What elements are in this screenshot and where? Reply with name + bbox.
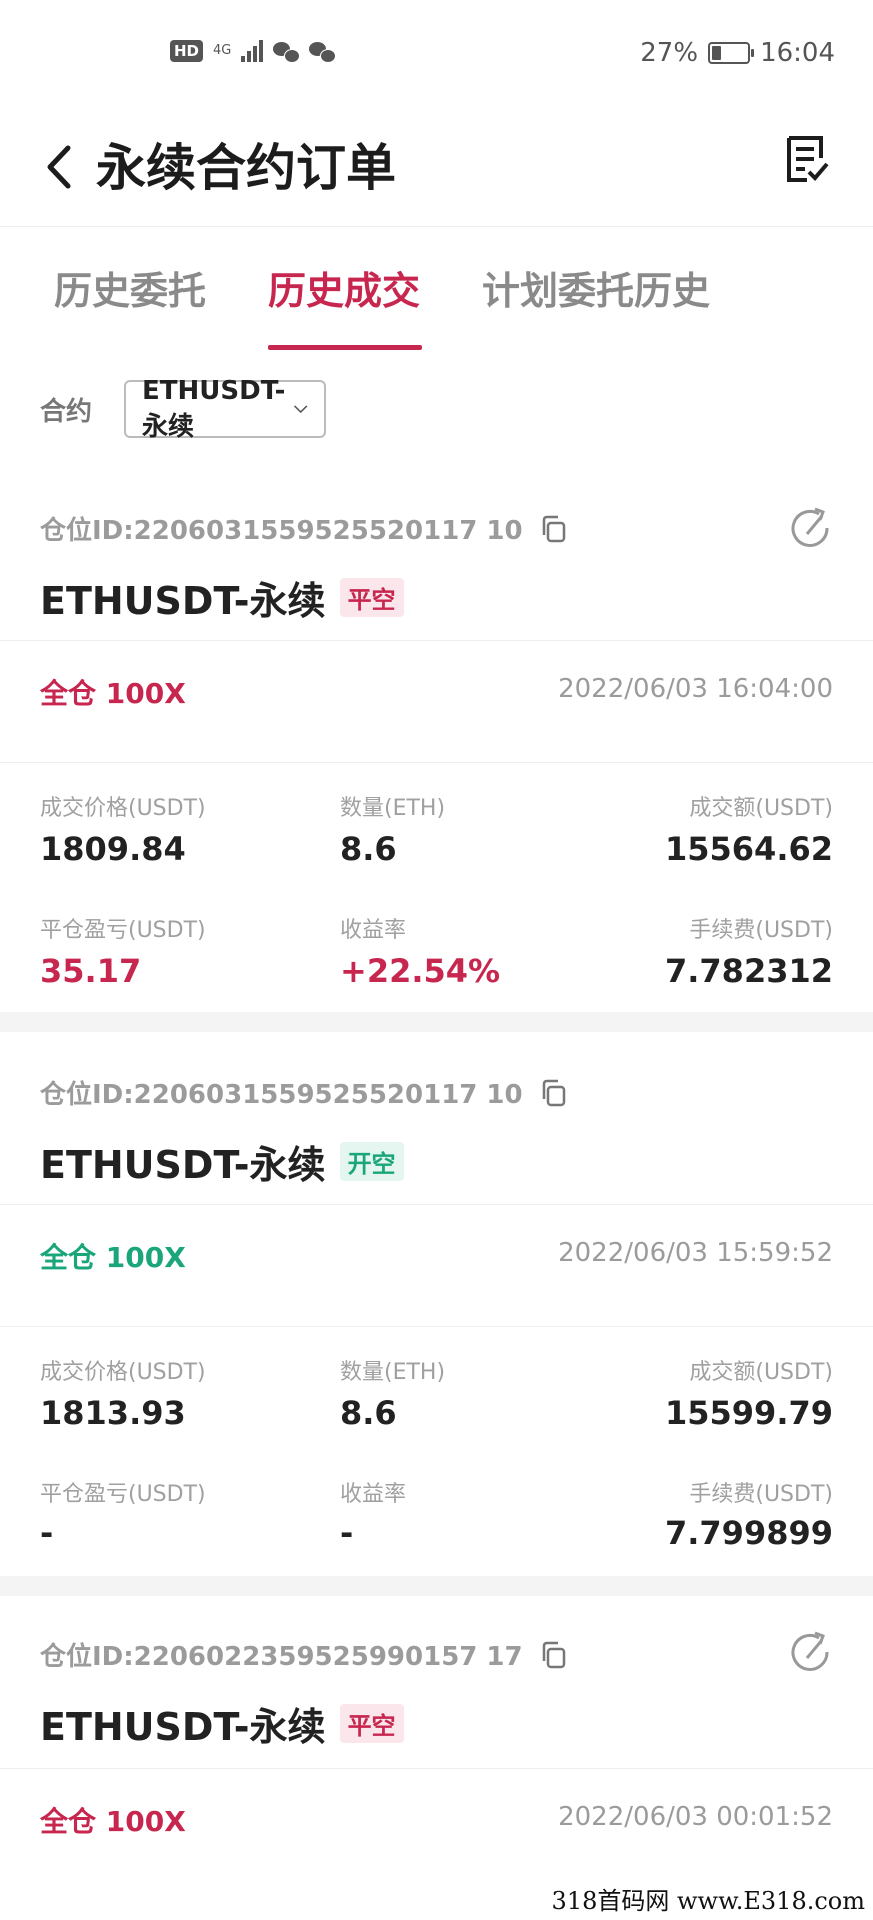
qty-value: 8.6 — [340, 1394, 397, 1432]
wechat-icon — [273, 40, 301, 63]
hd-icon: HD — [170, 40, 204, 62]
chevron-left-icon[interactable] — [40, 142, 80, 192]
pair-name: ETHUSDT-永续 — [40, 1705, 326, 1749]
battery-percent: 27% — [640, 38, 699, 68]
copy-icon[interactable] — [541, 1641, 567, 1669]
signal-icon — [241, 40, 264, 62]
app-header: 永续合约订单 — [0, 110, 873, 227]
order-card: 仓位ID:2206031559525520117 10 ETHUSDT-永续 开… — [0, 1034, 873, 1574]
divider-line — [0, 640, 873, 641]
network-type: 4G — [213, 43, 232, 58]
divider-line — [0, 1326, 873, 1327]
status-bar: HD 4G 27% 16:04 — [0, 0, 873, 110]
position-id-row: 仓位ID:2206031559525520117 10 — [40, 1074, 567, 1111]
contract-select[interactable]: ETHUSDT-永续 — [124, 376, 327, 442]
price-label: 成交价格(USDT) — [40, 796, 206, 821]
margin-mode: 全仓 100X — [40, 1241, 186, 1274]
amount-label: 成交额(USDT) — [689, 796, 833, 821]
divider-line — [0, 1204, 873, 1205]
price-value: 1809.84 — [40, 830, 186, 868]
roi-value: +22.54% — [340, 952, 501, 990]
position-id: 仓位ID:2206031559525520117 10 — [40, 516, 523, 546]
trade-time: 2022/06/03 15:59:52 — [558, 1238, 833, 1268]
roi-label: 收益率 — [340, 1482, 407, 1507]
side-badge: 开空 — [339, 1142, 404, 1181]
price-label: 成交价格(USDT) — [40, 1360, 206, 1385]
pair-name: ETHUSDT-永续 — [40, 1143, 326, 1187]
amount-value: 15564.62 — [664, 830, 833, 868]
pair-row: ETHUSDT-永续 平空 — [40, 570, 404, 625]
trade-time: 2022/06/03 00:01:52 — [558, 1802, 833, 1832]
margin-mode: 全仓 100X — [40, 677, 186, 710]
qty-value: 8.6 — [340, 830, 397, 868]
document-check-icon[interactable] — [783, 134, 831, 184]
tab-plan-order-history[interactable]: 计划委托历史 — [482, 266, 710, 316]
price-value: 1813.93 — [40, 1394, 186, 1432]
chevron-down-icon — [293, 405, 308, 414]
side-badge: 平空 — [339, 1704, 404, 1743]
fee-label: 手续费(USDT) — [689, 1482, 833, 1507]
pnl-value: 35.17 — [40, 952, 142, 990]
amount-value: 15599.79 — [664, 1394, 833, 1432]
position-id-row: 仓位ID:2206031559525520117 10 — [40, 510, 567, 547]
active-tab-indicator — [268, 345, 422, 350]
order-card: 仓位ID:2206031559525520117 10 ETHUSDT-永续 平… — [0, 490, 873, 1010]
qty-label: 数量(ETH) — [340, 1360, 446, 1385]
divider-line — [0, 762, 873, 763]
roi-label: 收益率 — [340, 918, 407, 943]
tab-bar: 历史委托 历史成交 计划委托历史 — [0, 226, 873, 350]
watermark: 318首码网 www.E318.com — [543, 1877, 873, 1920]
copy-icon[interactable] — [541, 1079, 567, 1107]
share-icon[interactable] — [787, 506, 835, 554]
fee-label: 手续费(USDT) — [689, 918, 833, 943]
card-separator — [0, 1576, 873, 1596]
filter-label: 合约 — [40, 396, 93, 427]
fee-value: 7.782312 — [664, 952, 833, 990]
contract-filter: 合约 ETHUSDT-永续 — [40, 376, 327, 442]
pnl-label: 平仓盈亏(USDT) — [40, 1482, 206, 1507]
tab-history-trades[interactable]: 历史成交 — [268, 266, 420, 316]
status-right: 27% 16:04 — [640, 38, 835, 68]
pair-row: ETHUSDT-永续 开空 — [40, 1134, 404, 1189]
tab-history-orders[interactable]: 历史委托 — [54, 266, 206, 316]
position-id-row: 仓位ID:2206022359525990157 17 — [40, 1636, 567, 1673]
position-id: 仓位ID:2206031559525520117 10 — [40, 1080, 523, 1110]
clock: 16:04 — [760, 38, 835, 68]
battery-icon — [708, 42, 755, 64]
copy-icon[interactable] — [541, 515, 567, 543]
pair-row: ETHUSDT-永续 平空 — [40, 1696, 404, 1751]
pair-name: ETHUSDT-永续 — [40, 579, 326, 623]
fee-value: 7.799899 — [664, 1514, 833, 1552]
amount-label: 成交额(USDT) — [689, 1360, 833, 1385]
divider-line — [0, 1768, 873, 1769]
pnl-label: 平仓盈亏(USDT) — [40, 918, 206, 943]
wechat-icon — [309, 40, 337, 63]
share-icon[interactable] — [787, 1630, 835, 1678]
trade-time: 2022/06/03 16:04:00 — [558, 674, 833, 704]
position-id: 仓位ID:2206022359525990157 17 — [40, 1642, 523, 1672]
card-separator — [0, 1012, 873, 1032]
pnl-value: - — [40, 1514, 54, 1552]
margin-mode: 全仓 100X — [40, 1805, 186, 1838]
roi-value: - — [340, 1514, 354, 1552]
page-title: 永续合约订单 — [96, 139, 396, 197]
status-left: HD 4G — [170, 40, 337, 63]
contract-select-value: ETHUSDT-永续 — [142, 375, 286, 442]
side-badge: 平空 — [339, 578, 404, 617]
qty-label: 数量(ETH) — [340, 796, 446, 821]
order-card: 仓位ID:2206022359525990157 17 ETHUSDT-永续 平… — [0, 1596, 873, 1920]
